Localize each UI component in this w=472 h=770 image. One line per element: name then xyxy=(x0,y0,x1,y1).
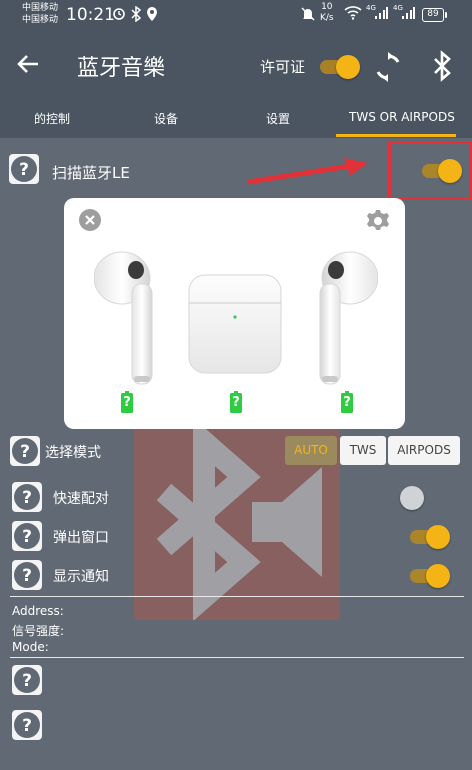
show-notification-help-icon[interactable]: ? xyxy=(12,560,42,590)
bluetooth-icon[interactable] xyxy=(430,49,456,83)
svg-text:?: ? xyxy=(22,716,32,736)
tab-settings[interactable]: 设置 xyxy=(266,110,290,127)
location-icon xyxy=(146,6,158,25)
airpods-popup: ? ? ? xyxy=(64,198,405,429)
status-clock: 10:21 xyxy=(66,5,115,25)
page-title: 蓝牙音樂 xyxy=(77,56,166,81)
extra-help-icon-2[interactable]: ? xyxy=(12,710,42,740)
quick-pair-label: 快速配对 xyxy=(53,491,109,507)
right-earbud-image xyxy=(314,250,379,390)
left-earbud-image xyxy=(93,250,158,390)
svg-text:?: ? xyxy=(22,566,32,586)
status-bar: 中国移动 中国移动 10:21 10 K/s 4G 4G 89 xyxy=(0,0,472,34)
show-notification-toggle[interactable] xyxy=(408,562,450,588)
wifi-icon xyxy=(344,6,362,23)
alarm-icon xyxy=(112,6,126,23)
annotation-arrow-icon xyxy=(247,158,368,185)
toggle-thumb xyxy=(426,525,450,549)
right-battery-level: ? xyxy=(343,395,351,410)
svg-text:?: ? xyxy=(22,671,32,691)
mute-icon xyxy=(300,6,316,25)
svg-text:?: ? xyxy=(22,527,32,547)
show-notification-label: 显示通知 xyxy=(53,569,109,585)
mode-airpods-button[interactable]: AIRPODS xyxy=(388,436,460,465)
tab-controls[interactable]: 的控制 xyxy=(34,110,70,127)
toggle-thumb xyxy=(426,564,450,588)
back-arrow-icon[interactable] xyxy=(14,50,42,78)
address-label: Address: xyxy=(12,604,64,618)
mode-info-label: Mode: xyxy=(12,640,49,654)
case-battery-level: ? xyxy=(232,395,240,410)
net-speed: 10 K/s xyxy=(320,2,334,23)
gear-icon[interactable] xyxy=(366,209,390,233)
tab-bar: 的控制 设备 设置 TWS OR AIRPODS xyxy=(0,98,472,138)
signal-strength-label: 信号强度: xyxy=(12,624,65,638)
left-battery-level: ? xyxy=(123,395,131,410)
tab-devices[interactable]: 设备 xyxy=(154,110,178,127)
license-toggle[interactable] xyxy=(318,53,360,79)
carrier-labels: 中国移动 中国移动 xyxy=(22,2,58,26)
popup-window-toggle[interactable] xyxy=(408,523,450,549)
scan-help-icon[interactable]: ? xyxy=(9,154,39,184)
close-icon[interactable] xyxy=(79,209,101,231)
svg-text:?: ? xyxy=(19,160,29,180)
svg-text:?: ? xyxy=(20,442,30,462)
carrier-1: 中国移动 xyxy=(22,3,59,13)
mode-auto-button[interactable]: AUTO xyxy=(285,436,337,465)
divider xyxy=(10,596,464,597)
charging-case-image xyxy=(187,273,283,375)
battery-indicator: 89 xyxy=(422,8,447,22)
signal-1-icon xyxy=(374,6,388,23)
tab-tws-airpods[interactable]: TWS OR AIRPODS xyxy=(349,110,455,124)
signal-2-icon xyxy=(401,6,415,23)
sync-icon[interactable] xyxy=(372,51,404,83)
bluetooth-status-icon xyxy=(130,5,142,25)
popup-window-label: 弹出窗口 xyxy=(53,530,109,546)
mode-help-icon[interactable]: ? xyxy=(10,436,40,466)
mode-tws-button[interactable]: TWS xyxy=(340,436,386,465)
divider xyxy=(10,657,464,658)
mode-label: 选择模式 xyxy=(45,445,101,461)
svg-text:?: ? xyxy=(22,488,32,508)
scan-ble-label: 扫描蓝牙LE xyxy=(52,164,130,182)
annotation-highlight-box xyxy=(388,141,472,200)
case-battery-icon: ? xyxy=(230,391,242,413)
license-label: 许可证 xyxy=(260,58,306,76)
popup-window-help-icon[interactable]: ? xyxy=(12,521,42,551)
left-battery-icon: ? xyxy=(121,391,133,413)
right-battery-icon: ? xyxy=(341,391,353,413)
quick-pair-help-icon[interactable]: ? xyxy=(12,482,42,512)
extra-help-icon-1[interactable]: ? xyxy=(12,665,42,695)
toggle-thumb xyxy=(336,55,360,79)
app-bar: 蓝牙音樂 许可证 xyxy=(0,34,472,98)
carrier-2: 中国移动 xyxy=(22,15,59,25)
quick-pair-toggle[interactable] xyxy=(398,484,440,510)
toggle-thumb xyxy=(400,486,424,510)
active-tab-indicator xyxy=(336,134,456,137)
